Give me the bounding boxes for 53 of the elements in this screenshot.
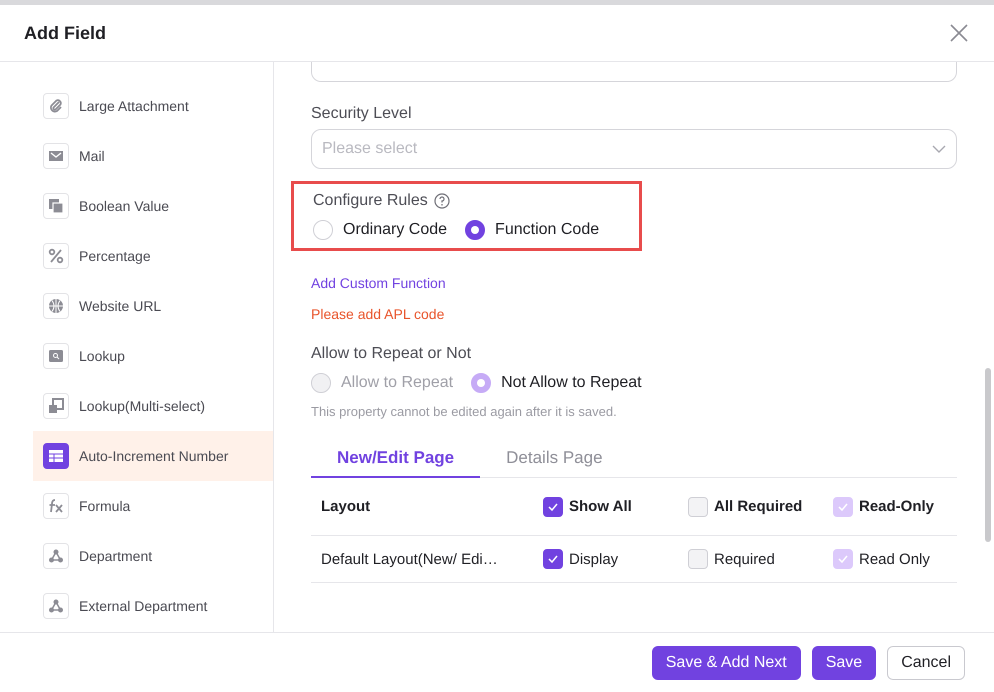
- scrollbar[interactable]: [985, 368, 991, 542]
- sidebar-item[interactable]: Auto-Increment Number: [33, 431, 273, 481]
- checkmark-icon: [837, 500, 849, 512]
- sidebar-item[interactable]: Formula: [33, 481, 273, 531]
- checkmark-icon: [547, 500, 559, 512]
- checkbox-option[interactable]: Required: [688, 549, 833, 569]
- close-icon: [950, 24, 968, 42]
- sidebar-item[interactable]: External Department: [33, 581, 273, 631]
- add-custom-function-link[interactable]: Add Custom Function: [311, 275, 446, 291]
- sidebar-item[interactable]: Lookup(Multi-select): [33, 381, 273, 431]
- stacked-squares-icon: [48, 398, 64, 414]
- dialog-button[interactable]: Save & Add Next: [652, 646, 801, 680]
- envelope-icon: [48, 148, 64, 164]
- checkbox-option[interactable]: All Required: [688, 496, 833, 516]
- magnifier-icon: [48, 348, 64, 364]
- sidebar-item[interactable]: Lookup: [33, 331, 273, 381]
- checkbox[interactable]: [543, 549, 563, 569]
- checkbox-option[interactable]: Show All: [543, 496, 688, 516]
- radio-button[interactable]: [465, 220, 486, 240]
- function-icon: [48, 498, 64, 514]
- checkmark-icon: [547, 553, 559, 565]
- squares-icon: [48, 198, 64, 214]
- sidebar-item[interactable]: Department: [33, 531, 273, 581]
- hint-text: This property cannot be edited again after it is saved.: [311, 404, 618, 419]
- percent-icon: [48, 248, 64, 264]
- checkbox-option[interactable]: Display: [543, 549, 688, 569]
- table-cell-text: Default Layout(New/ Edi…: [321, 550, 499, 568]
- dialog-button[interactable]: Save: [812, 646, 876, 680]
- sidebar-item[interactable]: Boolean Value: [33, 181, 273, 231]
- error-message: Please add APL code: [311, 306, 446, 322]
- sidebar-item[interactable]: Percentage: [33, 231, 273, 281]
- field-label: Allow to Repeat or Not: [311, 345, 472, 363]
- sidebar-item[interactable]: Large Attachment: [33, 81, 273, 131]
- help-icon[interactable]: [434, 193, 450, 209]
- column-header: Layout: [321, 498, 372, 515]
- checkmark-icon: [837, 553, 849, 565]
- tab[interactable]: New/Edit Page: [311, 442, 480, 478]
- globe-icon: [48, 298, 64, 314]
- radio-option[interactable]: Ordinary Code: [313, 220, 448, 240]
- radio-option[interactable]: Function Code: [465, 220, 600, 240]
- sidebar-item[interactable]: Website URL: [33, 281, 273, 331]
- org-chart-icon: [48, 598, 64, 614]
- paperclip-icon: [48, 98, 64, 114]
- field-label: Security Level: [311, 105, 412, 123]
- chevron-down-icon: [932, 145, 946, 153]
- checkbox[interactable]: [543, 496, 563, 516]
- table-icon: [48, 448, 64, 464]
- field-label: Configure Rules: [313, 192, 428, 210]
- sidebar-item[interactable]: Mail: [33, 131, 273, 181]
- close-button[interactable]: [948, 22, 970, 44]
- dialog-button[interactable]: Cancel: [887, 646, 965, 680]
- org-chart-icon: [48, 548, 64, 564]
- dialog-title: Add Field: [24, 22, 106, 44]
